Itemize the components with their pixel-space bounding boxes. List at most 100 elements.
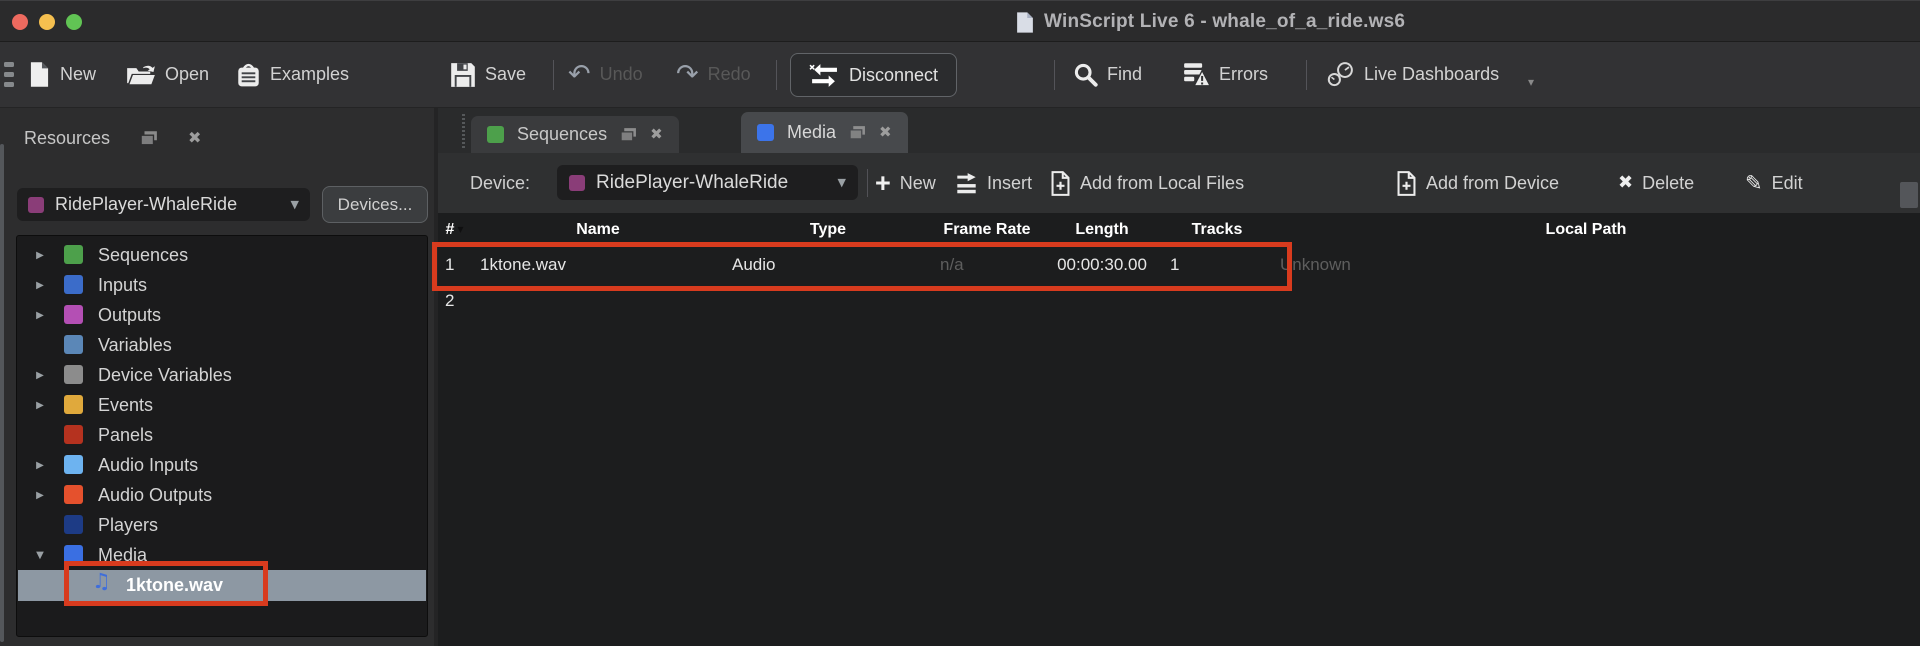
tree-item-sequences[interactable]: Sequences [18, 240, 426, 270]
main-toolbar: New Open Examples Save ↶ Undo ↷ Redo Dis… [0, 42, 1920, 108]
tree-item-players[interactable]: Players [18, 510, 426, 540]
toolbar-grip-handle[interactable] [4, 62, 14, 87]
delete-x-icon [1618, 174, 1633, 192]
tree-item-1ktone-wav[interactable]: 1ktone.wav [18, 570, 426, 601]
sequences-tab-icon [487, 126, 504, 143]
tab-media[interactable]: Media ✖ [741, 112, 908, 153]
column-header-num[interactable]: # ▼ [438, 213, 471, 247]
close-tab-icon[interactable]: ✖ [650, 127, 663, 142]
column-header-name[interactable]: Name [473, 213, 723, 247]
close-window-button[interactable] [12, 14, 28, 30]
errors-button[interactable]: Errors [1183, 42, 1268, 107]
column-header-type[interactable]: Type [725, 213, 931, 247]
tree-item-audio-inputs[interactable]: Audio Inputs [18, 450, 426, 480]
gauges-icon [1326, 61, 1355, 88]
float-tab-icon[interactable] [620, 127, 637, 142]
examples-button[interactable]: Examples [236, 42, 349, 107]
variables-icon [64, 335, 83, 354]
players-icon [64, 515, 83, 534]
undo-button[interactable]: ↶ Undo [568, 42, 643, 107]
zoom-window-button[interactable] [66, 14, 82, 30]
toolbar-separator [1054, 60, 1055, 90]
table-row-1ktone-wav[interactable]: 1 1ktone.wav Audio n/a 00:00:30.00 1 Unk… [438, 247, 1899, 283]
scrollbar-corner [1900, 182, 1918, 208]
toolbar-separator [1306, 60, 1307, 90]
tree-item-device-variables[interactable]: Device Variables [18, 360, 426, 390]
toolbar-overflow-caret-icon[interactable]: ▾ [1528, 76, 1534, 88]
delete-button[interactable]: Delete [1618, 153, 1694, 213]
tabbar-drag-handle[interactable] [462, 114, 465, 148]
table-row-empty[interactable]: 2 [438, 283, 1899, 319]
find-button[interactable]: Find [1073, 42, 1142, 107]
disconnect-button[interactable]: Disconnect [790, 53, 957, 97]
expand-arrow-icon[interactable] [32, 270, 48, 300]
tree-item-inputs[interactable]: Inputs [18, 270, 426, 300]
save-button[interactable]: Save [450, 42, 526, 107]
expand-arrow-icon[interactable] [32, 360, 48, 390]
edit-button[interactable]: Edit [1745, 153, 1803, 213]
column-header-local-path[interactable]: Local Path [1273, 213, 1899, 247]
toolbar-separator [867, 169, 868, 197]
tab-sequences[interactable]: Sequences ✖ [471, 116, 679, 153]
media-table: # ▼ Name Type Frame Rate Length Tracks L… [438, 213, 1920, 646]
open-folder-icon [126, 63, 156, 87]
save-floppy-icon [450, 62, 476, 88]
expand-arrow-icon[interactable] [32, 450, 48, 480]
column-header-length[interactable]: Length [1043, 213, 1161, 247]
open-button[interactable]: Open [126, 42, 209, 107]
float-tab-icon[interactable] [849, 125, 866, 140]
float-panel-icon[interactable] [140, 130, 158, 146]
add-from-local-files-button[interactable]: Add from Local Files [1050, 153, 1244, 213]
events-icon [64, 395, 83, 414]
audio-inputs-icon [64, 455, 83, 474]
outputs-icon [64, 305, 83, 324]
panel-edge-strip [0, 144, 4, 642]
collapse-arrow-icon[interactable] [32, 540, 48, 570]
device-label: Device: [470, 153, 530, 213]
column-header-tracks[interactable]: Tracks [1163, 213, 1271, 247]
examples-catalog-icon [236, 62, 261, 88]
device-color-swatch [28, 197, 44, 213]
devices-button[interactable]: Devices... [322, 186, 428, 223]
sequences-icon [64, 245, 83, 264]
window-title-group: WinScript Live 6 - whale_of_a_ride.ws6 [1016, 1, 1405, 43]
selected-device-name: RidePlayer-WhaleRide [55, 194, 280, 215]
tree-item-media[interactable]: Media [18, 540, 426, 570]
resources-panel: Resources ✖ RidePlayer-WhaleRide ▼ Devic… [0, 108, 434, 646]
column-header-frame-rate[interactable]: Frame Rate [933, 213, 1041, 247]
media-toolbar: Device: RidePlayer-WhaleRide ▼ New Inser… [438, 153, 1920, 213]
media-new-button[interactable]: New [875, 153, 936, 213]
expand-arrow-icon[interactable] [32, 300, 48, 330]
add-from-device-button[interactable]: Add from Device [1396, 153, 1559, 213]
tree-item-events[interactable]: Events [18, 390, 426, 420]
search-icon [1073, 62, 1098, 87]
new-button[interactable]: New [28, 42, 96, 107]
document-icon [1016, 11, 1034, 34]
errors-warning-icon [1183, 62, 1210, 87]
expand-arrow-icon[interactable] [32, 480, 48, 510]
live-dashboards-button[interactable]: Live Dashboards [1326, 42, 1499, 107]
tree-item-audio-outputs[interactable]: Audio Outputs [18, 480, 426, 510]
minimize-window-button[interactable] [39, 14, 55, 30]
device-color-swatch [569, 175, 585, 191]
media-icon [64, 545, 83, 564]
music-note-icon [92, 571, 111, 592]
close-panel-icon[interactable]: ✖ [188, 130, 201, 146]
selected-device-name: RidePlayer-WhaleRide [596, 172, 827, 194]
tree-item-variables[interactable]: Variables [18, 330, 426, 360]
window-title: WinScript Live 6 - whale_of_a_ride.ws6 [1044, 11, 1405, 33]
tree-item-panels[interactable]: Panels [18, 420, 426, 450]
add-file-icon [1396, 171, 1417, 196]
insert-icon [955, 173, 978, 194]
resources-device-selector[interactable]: RidePlayer-WhaleRide ▼ [17, 188, 310, 221]
close-tab-icon[interactable]: ✖ [879, 125, 892, 140]
redo-button[interactable]: ↷ Redo [676, 42, 751, 107]
expand-arrow-icon[interactable] [32, 240, 48, 270]
expand-arrow-icon[interactable] [32, 390, 48, 420]
media-device-selector[interactable]: RidePlayer-WhaleRide ▼ [557, 165, 858, 200]
tree-item-outputs[interactable]: Outputs [18, 300, 426, 330]
media-insert-button[interactable]: Insert [955, 153, 1032, 213]
toolbar-separator [553, 60, 554, 90]
media-table-header: # ▼ Name Type Frame Rate Length Tracks L… [438, 213, 1899, 247]
chevron-down-icon: ▼ [291, 199, 299, 210]
